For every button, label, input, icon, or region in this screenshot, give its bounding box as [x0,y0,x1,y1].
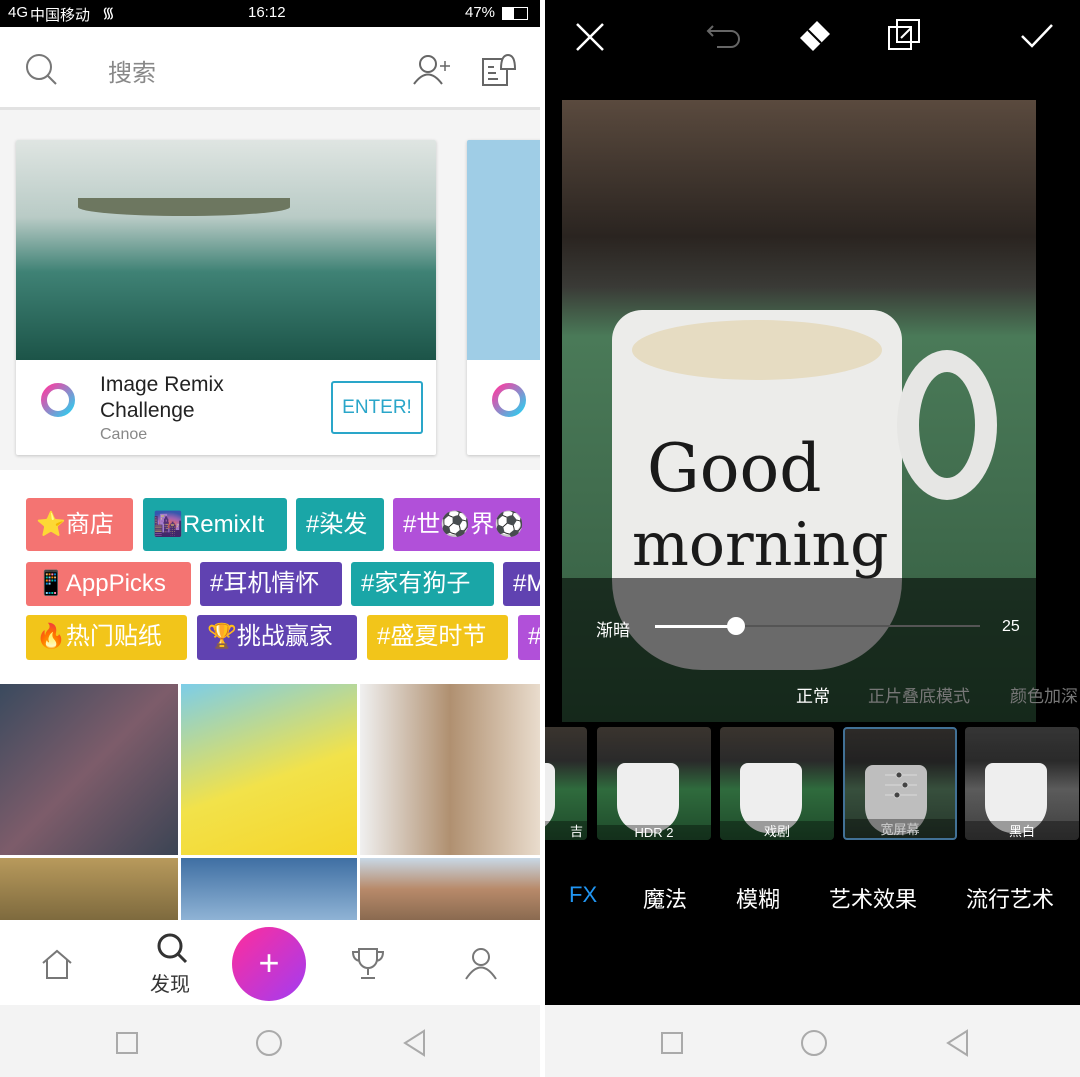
grid-image[interactable] [360,684,540,855]
image-grid [0,680,540,920]
fade-value: 25 [1002,618,1020,635]
system-nav-bar [0,1005,540,1077]
grid-image[interactable] [0,858,178,920]
back-button[interactable] [402,1029,428,1057]
right-screen: Good morning 渐暗 25 正常 正片叠底模式 颜色加深 吉 HDR … [545,0,1080,1077]
home-button[interactable] [801,1030,827,1056]
wifi-icon: ᯾ [102,5,115,22]
category-fx[interactable]: FX [569,882,597,908]
battery-percent: 47% [465,4,496,21]
home-icon[interactable] [40,948,74,980]
mug-text-good: Good [647,430,822,507]
tag-stickers[interactable]: 🔥热门贴纸 [26,615,187,660]
search-header: 搜索 [0,27,540,110]
challenge-image [16,140,436,360]
tag-summer[interactable]: #盛夏时节 [367,615,508,660]
tag-remixit[interactable]: 🌆RemixIt [143,498,287,551]
filter-thumb-widescreen-selected[interactable]: 宽屏幕 [843,727,957,840]
blend-mode-color-burn[interactable]: 颜色加深 [1010,682,1078,707]
time: 16:12 [248,4,286,21]
card-title-line1: Image Remix [100,373,224,396]
tag-hair[interactable]: #染发 [296,498,384,551]
eraser-icon[interactable] [797,18,833,54]
grid-image[interactable] [360,858,540,920]
recent-apps-button[interactable] [116,1032,138,1054]
filter-thumb[interactable]: 吉 [545,727,587,840]
home-button[interactable] [256,1030,282,1056]
status-bar: 4G 中国移动 ᯾ 16:12 47% [0,0,540,27]
picsart-logo-icon [41,383,75,428]
mug-text-morning: morning [632,510,889,580]
create-plus-button[interactable]: + [232,927,306,1001]
picsart-logo-icon [492,383,526,428]
card-subtitle: Canoe [100,426,148,443]
tag-area: ⭐商店 🌆RemixIt #染发 #世⚽界⚽ 📱AppPicks #耳机情怀 #… [0,470,540,680]
trophy-icon[interactable] [350,946,386,982]
challenge-card-next[interactable] [467,140,540,455]
tag-more[interactable]: # [518,615,540,660]
coffee-surface [632,320,882,380]
discover-search-icon[interactable] [156,932,188,964]
filter-thumb-hdr2[interactable]: HDR 2 [597,727,711,840]
signal-icon: 4G [8,4,29,21]
tag-worldcup[interactable]: #世⚽界⚽ [393,498,540,551]
left-screen: 4G 中国移动 ᯾ 16:12 47% 搜索 Image Remix Chall… [0,0,540,1077]
close-icon[interactable] [575,22,605,52]
recent-apps-button[interactable] [661,1032,683,1054]
search-input[interactable]: 搜索 [108,53,156,88]
card-title-line2: Challenge [100,399,195,422]
fade-label: 渐暗 [596,621,630,640]
fade-slider-track[interactable] [655,617,980,635]
category-blur[interactable]: 模糊 [736,882,780,914]
bottom-nav: 发现 + [0,920,540,1005]
tag-store[interactable]: ⭐商店 [26,498,133,551]
enter-button[interactable]: ENTER! [331,381,423,434]
mug-handle [897,350,997,500]
back-button[interactable] [945,1029,971,1057]
discover-label[interactable]: 发现 [150,968,190,997]
search-icon[interactable] [25,53,59,87]
undo-icon[interactable] [705,20,743,50]
profile-icon[interactable] [464,946,498,980]
challenge-card[interactable]: Image Remix Challenge Canoe ENTER! [16,140,436,455]
category-magic[interactable]: 魔法 [643,882,687,914]
photo-canvas[interactable]: Good morning [562,100,1036,722]
fade-slider-thumb[interactable] [727,617,745,635]
battery-icon [502,7,528,20]
apply-checkmark-icon[interactable] [1020,22,1054,50]
tag-m[interactable]: #M [503,562,540,606]
add-user-icon[interactable] [412,53,452,85]
category-artistic[interactable]: 艺术效果 [829,882,917,914]
adjust-settings-icon[interactable] [885,771,917,799]
filter-thumb-drama[interactable]: 戏剧 [720,727,834,840]
tag-winners[interactable]: 🏆挑战赢家 [197,615,357,660]
system-nav-bar [545,1005,1080,1077]
compare-icon[interactable] [887,18,921,52]
fade-slider-fill [655,625,737,628]
carrier: 中国移动 [30,7,91,24]
grid-image[interactable] [181,858,357,920]
filter-thumb-bw[interactable]: 黑白 [965,727,1079,840]
tag-headphones[interactable]: #耳机情怀 [200,562,342,606]
tag-apppicks[interactable]: 📱AppPicks [26,562,191,606]
blend-mode-normal[interactable]: 正常 [796,682,830,707]
canoe-shape [78,198,290,216]
grid-image[interactable] [0,684,178,855]
blend-mode-multiply[interactable]: 正片叠底模式 [868,682,970,707]
category-pop-art[interactable]: 流行艺术 [966,882,1054,914]
notification-bell-icon[interactable] [481,51,517,87]
grid-image[interactable] [181,684,357,855]
tag-dog[interactable]: #家有狗子 [351,562,494,606]
